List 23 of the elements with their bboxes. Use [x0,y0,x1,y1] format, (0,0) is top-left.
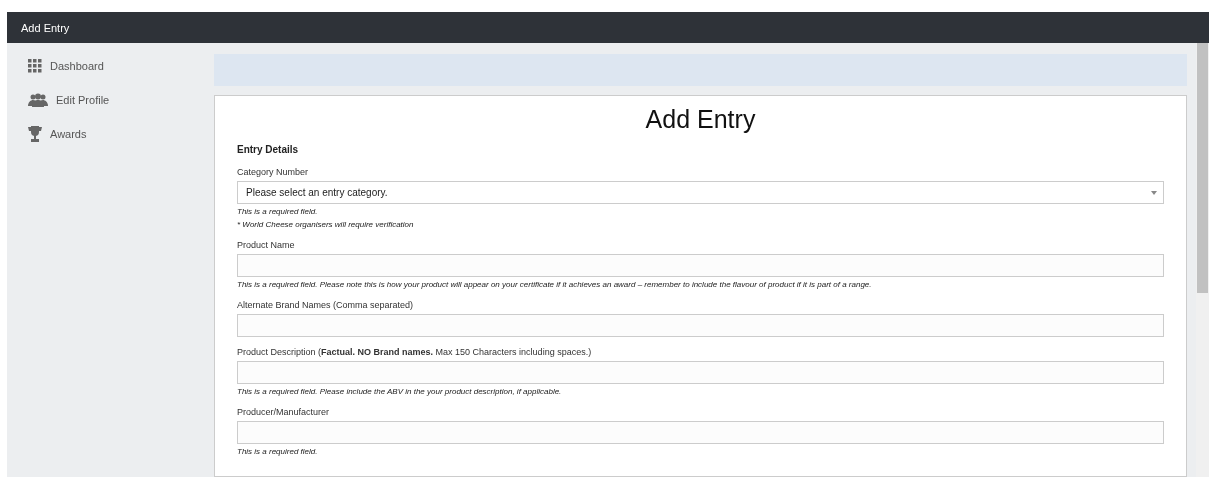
section-heading: Entry Details [237,144,300,155]
people-icon [28,93,48,107]
sidebar-item[interactable]: Dashboard [7,56,214,76]
category-select[interactable]: Please select an entry category. [237,181,1164,204]
field-label: Product Description (Factual. NO Brand names. Max 150 Characters including spaces.) [237,347,593,358]
sidebar-item[interactable]: Edit Profile [7,90,214,110]
sidebar-item[interactable]: Awards [7,124,214,144]
field-hint: This is a required field. Please note this is how your product will appear on your certificate if it achieves an award – remember to include the flavour of product if it is part of a range. [237,280,873,290]
caret-icon [1151,191,1157,195]
trophy-icon [28,126,42,142]
field-hint: This is a required field. Please include the ABV in the your product description, if applicable. [237,387,563,397]
scrollbar[interactable] [1196,43,1209,477]
form-title: Add Entry [644,104,757,134]
grid-icon [28,59,42,73]
field-hint: This is a required field. [237,207,319,217]
scrollbar-thumb[interactable] [1197,43,1208,293]
field-label: Category Number [237,167,310,178]
page-title: Add Entry [21,21,70,34]
field-label: Product Name [237,240,296,251]
field-hint: This is a required field. [237,447,319,457]
field-label: Alternate Brand Names (Comma separated) [237,300,415,311]
field-hint: * World Cheese organisers will require verification [237,220,415,230]
field-label: Producer/Manufacturer [237,407,331,418]
